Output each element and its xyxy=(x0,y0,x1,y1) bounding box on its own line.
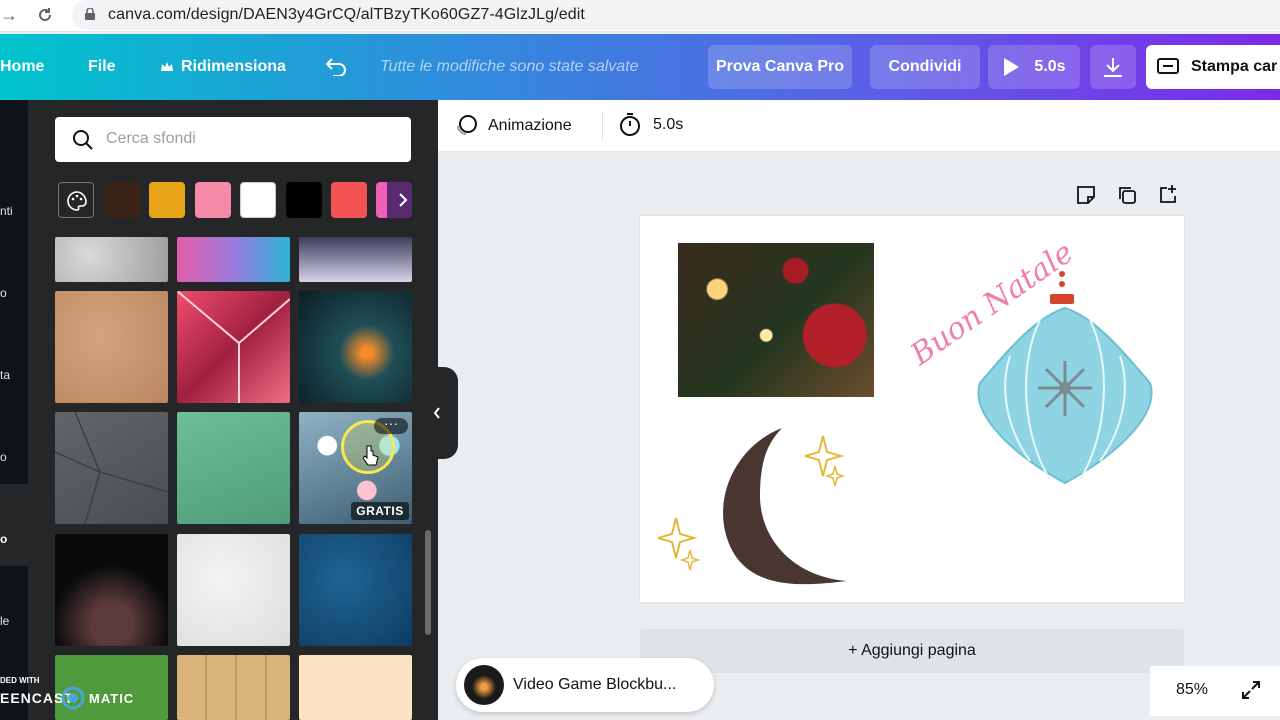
neon-lines xyxy=(177,291,290,403)
color-swatch[interactable] xyxy=(286,182,322,218)
fullscreen-icon[interactable] xyxy=(1241,680,1261,700)
background-thumb-neon-corner[interactable] xyxy=(177,291,290,403)
rail-item-active-bg xyxy=(0,484,28,566)
panel-scrollbar[interactable] xyxy=(425,530,431,635)
crown-icon xyxy=(161,62,173,71)
save-status: Tutte le modifiche sono state salvate xyxy=(380,58,639,75)
search-placeholder: Cerca sfondi xyxy=(106,130,196,147)
background-thumb-kraft-paper[interactable] xyxy=(55,291,168,403)
video-toast[interactable]: Video Game Blockbu... xyxy=(456,658,714,712)
resize-label: Ridimensiona xyxy=(181,58,286,75)
more-options-button[interactable]: ··· xyxy=(374,416,408,434)
video-thumbnail xyxy=(464,665,504,705)
animation-button[interactable]: Animazione xyxy=(454,114,572,138)
screencast-watermark: DED WITH EENCAST MATIC xyxy=(0,674,140,720)
play-button[interactable]: 5.0s xyxy=(988,45,1080,89)
video-title: Video Game Blockbu... xyxy=(513,676,677,693)
timing-label: 5.0s xyxy=(653,116,684,133)
undo-icon[interactable] xyxy=(324,56,348,76)
download-icon xyxy=(1104,58,1122,77)
print-icon xyxy=(1157,58,1179,74)
download-button[interactable] xyxy=(1090,45,1136,89)
sparkle-graphic-bottom[interactable] xyxy=(658,516,702,574)
reload-icon[interactable] xyxy=(36,6,54,24)
try-pro-button[interactable]: Prova Canva Pro xyxy=(708,45,852,89)
background-thumb-marble[interactable] xyxy=(55,237,168,282)
timer-icon xyxy=(620,113,640,136)
hand-cursor-icon xyxy=(363,445,379,466)
rail-item-text[interactable]: ta xyxy=(0,368,10,382)
print-button[interactable]: Stampa car xyxy=(1146,45,1280,89)
ornament-graphic[interactable] xyxy=(970,306,1160,486)
add-page-icon[interactable] xyxy=(1158,184,1178,204)
background-thumb-bokeh-selected[interactable]: ··· GRATIS xyxy=(299,412,412,524)
zoom-level[interactable]: 85% xyxy=(1176,681,1208,699)
play-duration: 5.0s xyxy=(1034,58,1066,75)
play-icon xyxy=(1004,58,1020,76)
sparkle-graphic-top[interactable] xyxy=(805,434,845,490)
toolbar-divider xyxy=(602,112,603,140)
zoom-controls: 85% xyxy=(1150,666,1280,716)
add-page-button[interactable]: + Aggiungi pagina xyxy=(640,629,1184,673)
background-thumb-wood[interactable] xyxy=(177,655,290,720)
file-menu[interactable]: File xyxy=(88,34,116,100)
color-swatch[interactable] xyxy=(104,182,140,218)
color-swatch[interactable] xyxy=(195,182,231,218)
christmas-tree-photo[interactable] xyxy=(678,243,874,397)
screencast-logo-icon xyxy=(61,686,85,710)
print-label: Stampa car xyxy=(1191,58,1278,75)
background-thumb-holographic[interactable] xyxy=(177,237,290,282)
note-icon[interactable] xyxy=(1076,185,1096,205)
background-thumb-blue-texture[interactable] xyxy=(299,534,412,646)
browser-url-bar: → canva.com/design/DAEN3y4GrCQ/alTBzyTKo… xyxy=(0,0,1280,32)
chevron-right-icon xyxy=(399,193,408,207)
search-input[interactable]: Cerca sfondi xyxy=(55,117,411,162)
animation-label: Animazione xyxy=(488,117,572,134)
free-badge: GRATIS xyxy=(351,502,409,520)
color-palette-button[interactable] xyxy=(58,182,94,218)
color-swatch[interactable] xyxy=(240,182,276,218)
color-swatch[interactable] xyxy=(149,182,185,218)
background-thumb-sparkler[interactable] xyxy=(299,291,412,403)
background-thumb-grey-geometric[interactable] xyxy=(55,412,168,524)
watermark-line1: DED WITH xyxy=(0,676,40,685)
design-page[interactable]: Buon Natale xyxy=(640,216,1184,602)
lock-icon xyxy=(85,8,95,20)
timing-button[interactable]: 5.0s xyxy=(618,112,683,138)
geometric-lines xyxy=(55,412,168,524)
palette-icon xyxy=(67,191,87,211)
rail-item-files[interactable]: le xyxy=(0,614,9,628)
background-thumb-sky[interactable] xyxy=(299,237,412,282)
watermark-line3: MATIC xyxy=(89,691,135,706)
rail-item-photos[interactable]: o xyxy=(0,286,7,300)
background-thumb-peach[interactable] xyxy=(299,655,412,720)
rail-item-video[interactable]: o xyxy=(0,450,7,464)
editor-toolbar: Animazione 5.0s xyxy=(438,100,1280,152)
background-thumb-dark-lights[interactable] xyxy=(55,534,168,646)
share-button[interactable]: Condividi xyxy=(870,45,980,89)
search-icon xyxy=(73,130,93,150)
background-thumb-white-texture[interactable] xyxy=(177,534,290,646)
top-toolbar: Home File Ridimensiona Tutte le modifich… xyxy=(0,34,1280,100)
rail-item-backgrounds[interactable]: o xyxy=(0,532,7,546)
url-text[interactable]: canva.com/design/DAEN3y4GrCQ/alTBzyTKo60… xyxy=(108,6,585,24)
swatch-next-button[interactable] xyxy=(376,182,412,218)
background-thumb-mint[interactable] xyxy=(177,412,290,524)
home-button[interactable]: Home xyxy=(0,34,44,100)
animation-icon xyxy=(457,115,477,135)
collapse-panel-button[interactable] xyxy=(418,367,458,459)
rail-item-elements[interactable]: nti xyxy=(0,204,13,218)
side-rail: nti o ta o o le xyxy=(0,100,28,720)
resize-button[interactable]: Ridimensiona xyxy=(160,34,286,100)
duplicate-page-icon[interactable] xyxy=(1117,185,1137,205)
color-swatch[interactable] xyxy=(331,182,367,218)
chevron-left-icon xyxy=(433,407,440,419)
forward-icon[interactable]: → xyxy=(0,5,18,26)
